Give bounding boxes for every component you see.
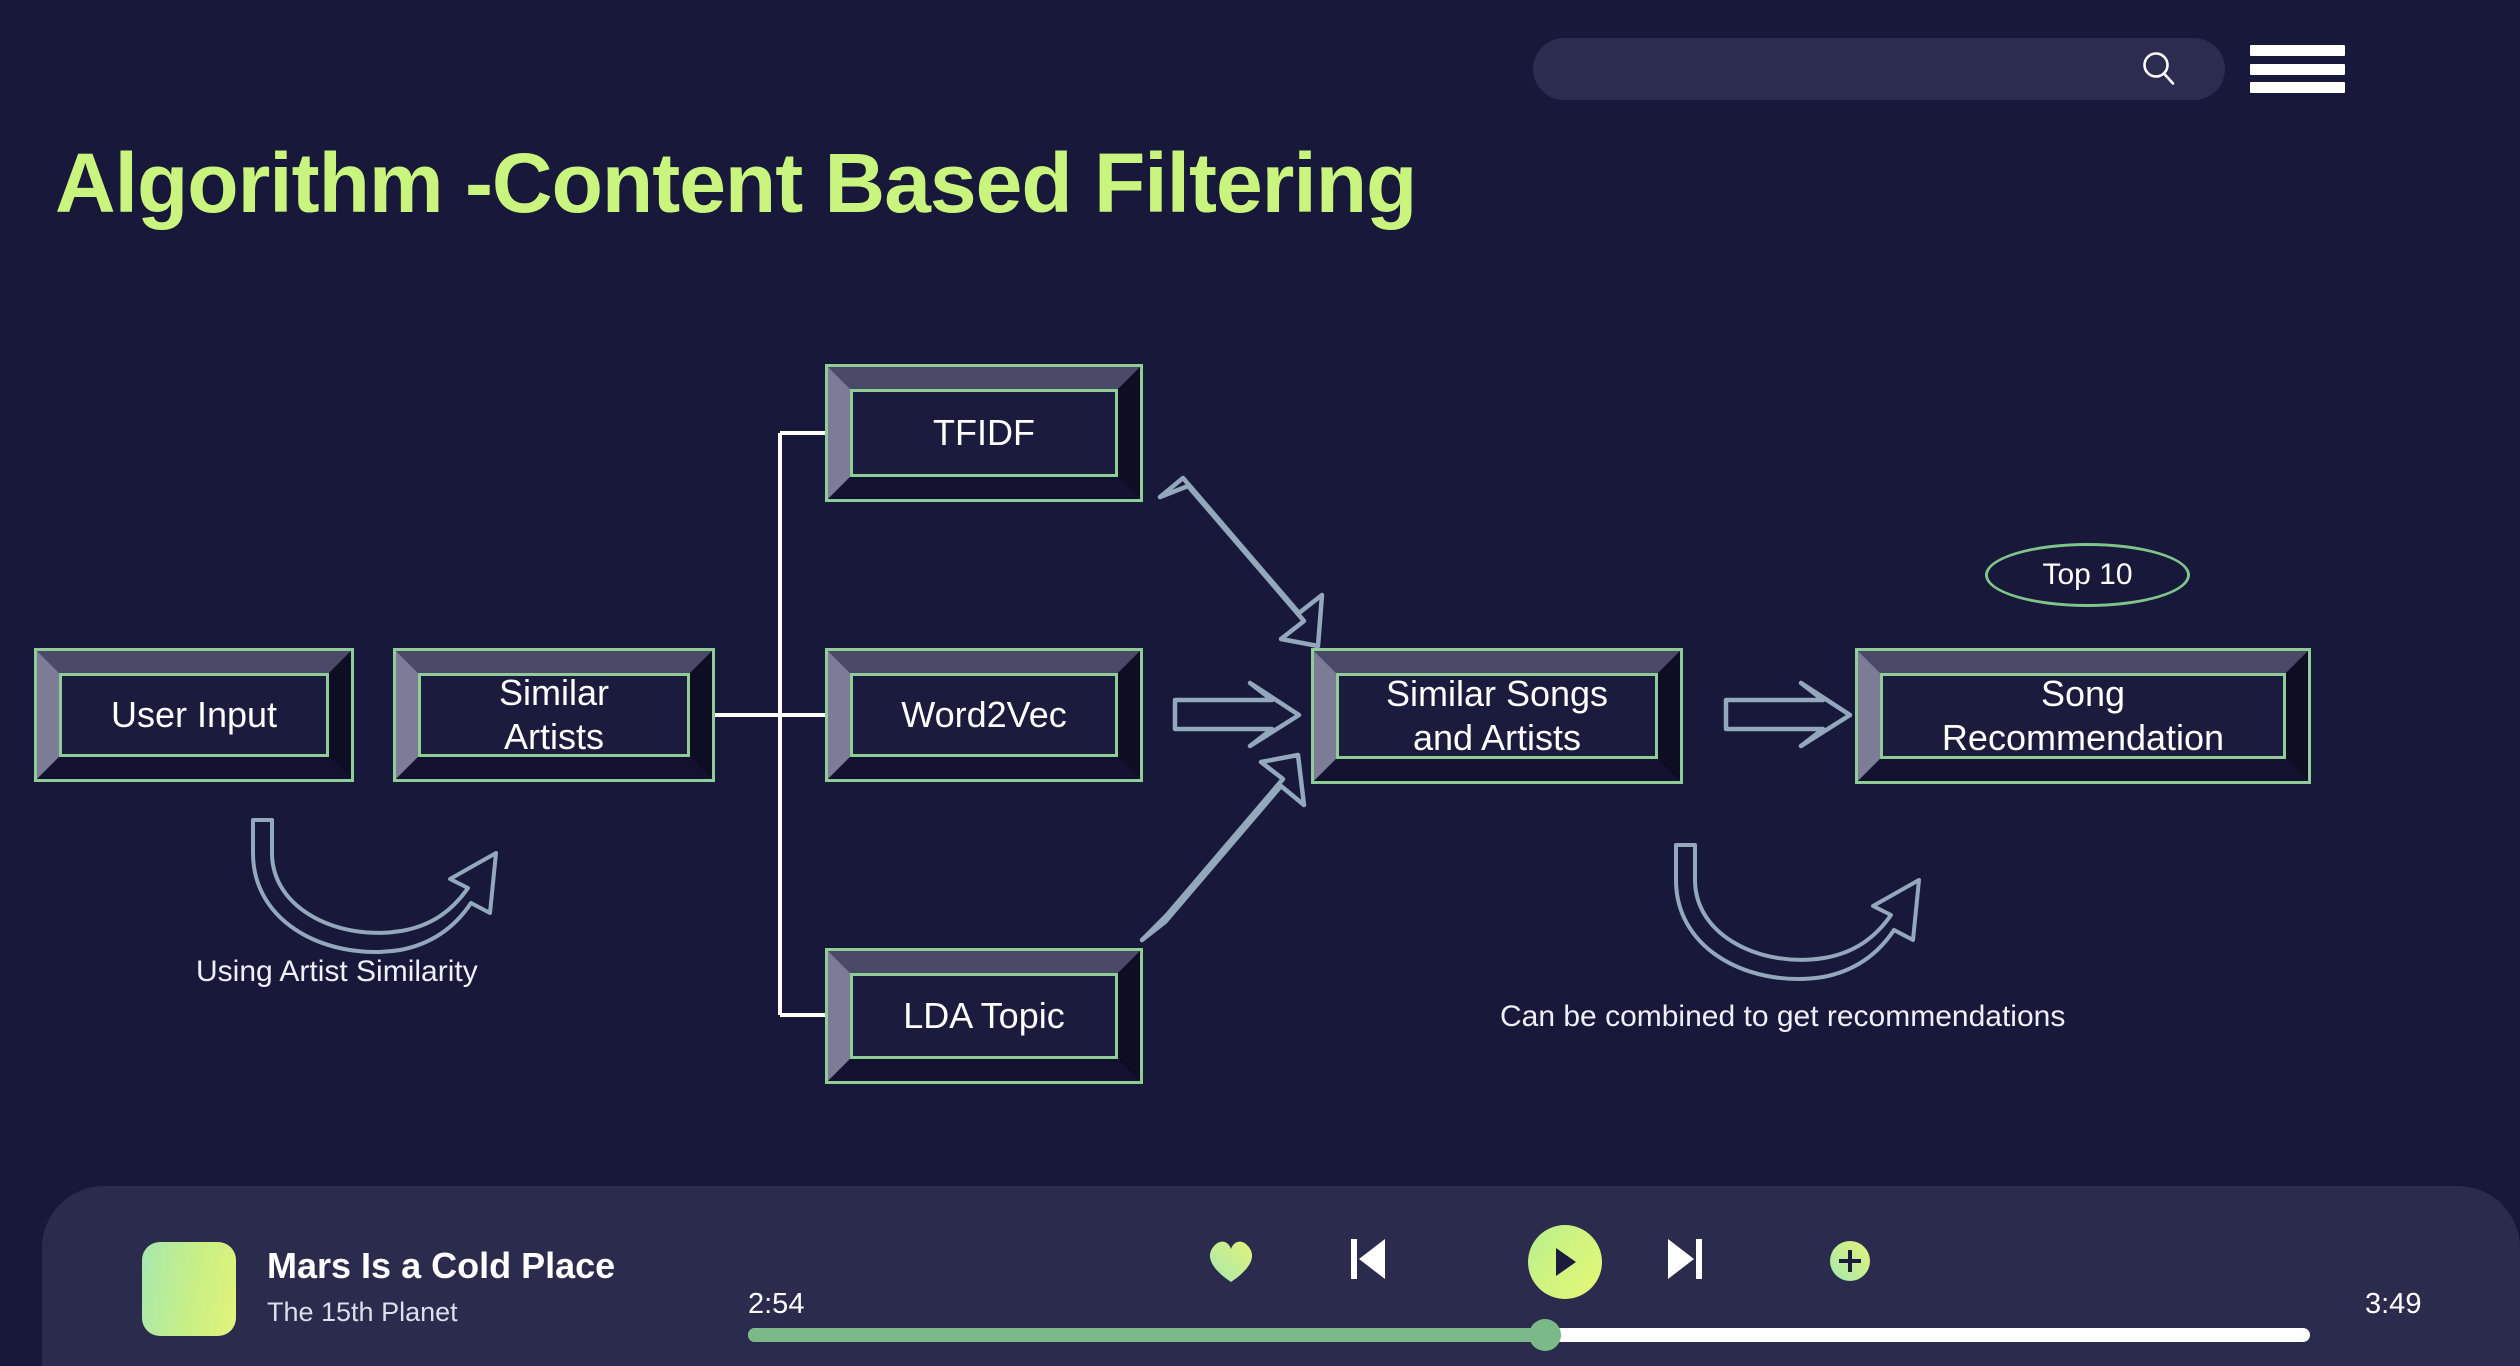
app-root: Algorithm -Content Based Filtering User … — [0, 0, 2520, 1366]
node-label: User Input — [59, 673, 329, 757]
current-time-label: 2:54 — [748, 1288, 805, 1320]
arrow-tfidf-to-similar-songs — [1157, 475, 1325, 649]
bevel-top-face — [37, 651, 351, 673]
node-word2vec[interactable]: Word2Vec — [825, 648, 1143, 782]
node-similar-songs-and-artists[interactable]: Similar Songs and Artists — [1311, 648, 1683, 784]
bevel-left-face — [1314, 651, 1336, 781]
node-top-10[interactable]: Top 10 — [1985, 543, 2190, 607]
previous-button[interactable] — [1343, 1233, 1391, 1285]
add-button[interactable] — [1828, 1239, 1872, 1283]
arrow-lda-to-similar-songs — [1139, 752, 1307, 943]
arrow-word2vec-to-similar-songs — [1172, 680, 1302, 749]
bevel-left-face — [828, 367, 850, 499]
bevel-top-face — [828, 951, 1140, 973]
album-art-thumbnail[interactable] — [142, 1242, 236, 1336]
node-label: Word2Vec — [850, 673, 1118, 757]
node-user-input[interactable]: User Input — [34, 648, 354, 782]
bevel-bottom-face — [37, 757, 351, 779]
bevel-left-face — [1858, 651, 1880, 781]
connector-tree — [715, 431, 825, 1017]
bevel-bottom-face — [828, 757, 1140, 779]
curved-arrow-combined-recommendations — [1674, 843, 1921, 981]
plus-circle-icon — [1830, 1241, 1870, 1281]
caption-using-artist-similarity: Using Artist Similarity — [196, 955, 478, 988]
bevel-bottom-face — [828, 477, 1140, 499]
bevel-right-face — [690, 651, 712, 779]
bevel-right-face — [1118, 367, 1140, 499]
bevel-bottom-face — [828, 1059, 1140, 1081]
like-button[interactable] — [1205, 1237, 1257, 1285]
play-button[interactable] — [1528, 1225, 1602, 1299]
node-song-recommendation[interactable]: Song Recommendation — [1855, 648, 2311, 784]
bevel-top-face — [828, 651, 1140, 673]
bevel-right-face — [1658, 651, 1680, 781]
node-label: LDA Topic — [850, 973, 1118, 1059]
curved-arrow-artist-similarity — [251, 818, 498, 954]
bevel-left-face — [828, 951, 850, 1081]
bevel-left-face — [37, 651, 59, 779]
bevel-left-face — [396, 651, 418, 779]
node-label: Song Recommendation — [1880, 673, 2286, 759]
progress-bar-knob[interactable] — [1528, 1319, 1561, 1351]
track-artist: The 15th Planet — [267, 1297, 458, 1327]
node-similar-artists[interactable]: Similar Artists — [393, 648, 715, 782]
bevel-right-face — [2286, 651, 2308, 781]
bevel-left-face — [828, 651, 850, 779]
progress-bar-fill — [748, 1328, 1545, 1342]
bevel-top-face — [1858, 651, 2308, 673]
progress-bar[interactable] — [748, 1319, 2310, 1351]
node-label: TFIDF — [850, 389, 1118, 477]
diagram-canvas: User Input Similar Artists TFIDF Word2Ve… — [0, 0, 2520, 1190]
node-tfidf[interactable]: TFIDF — [825, 364, 1143, 502]
skip-back-icon — [1351, 1239, 1385, 1279]
ellipse-label: Top 10 — [2042, 558, 2133, 591]
skip-forward-icon — [1668, 1239, 1702, 1279]
bevel-top-face — [396, 651, 712, 673]
caption-combined-recommendations: Can be combined to get recommendations — [1500, 1000, 2066, 1033]
bevel-bottom-face — [1314, 759, 1680, 781]
bevel-right-face — [1118, 951, 1140, 1081]
track-title: Mars Is a Cold Place — [267, 1245, 616, 1286]
node-lda-topic[interactable]: LDA Topic — [825, 948, 1143, 1084]
bevel-right-face — [329, 651, 351, 779]
bevel-right-face — [1118, 651, 1140, 779]
next-button[interactable] — [1662, 1233, 1710, 1285]
heart-icon — [1209, 1241, 1253, 1282]
arrow-similar-songs-to-recommendation — [1723, 680, 1853, 749]
node-label: Similar Artists — [418, 672, 690, 757]
bevel-bottom-face — [1858, 759, 2308, 781]
bevel-top-face — [1314, 651, 1680, 673]
bevel-bottom-face — [396, 757, 712, 779]
node-label: Similar Songs and Artists — [1336, 673, 1658, 759]
total-time-label: 3:49 — [2365, 1288, 2422, 1320]
play-icon — [1556, 1248, 1576, 1276]
bevel-top-face — [828, 367, 1140, 389]
